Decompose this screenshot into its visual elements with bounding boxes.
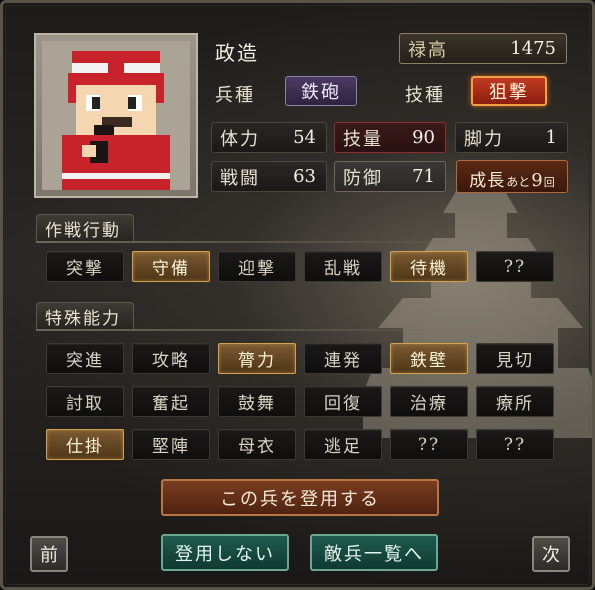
ability-button[interactable]: 討取 [46, 386, 124, 417]
tactic-button[interactable]: 乱戦 [304, 251, 382, 282]
stat-label: 防御 [343, 167, 383, 189]
enemy-list-button[interactable]: 敵兵一覧へ [310, 534, 438, 571]
officer-name: 政造 [215, 41, 259, 65]
stat-value: 1 [545, 127, 557, 148]
recruit-button[interactable]: この兵を登用する [161, 479, 439, 516]
ability-button[interactable]: 鼓舞 [218, 386, 296, 417]
stat-value: 90 [412, 127, 435, 148]
growth-remaining-badge: 成長 あと 9 回 [456, 160, 568, 193]
stat-label: 技量 [343, 128, 383, 150]
abilities-section-title: 特殊能力 [36, 302, 134, 330]
skill-type-label: 技種 [405, 85, 445, 106]
stat-speed: 脚力 1 [455, 122, 568, 153]
avatar [42, 41, 190, 190]
tactic-button[interactable]: 迎撃 [218, 251, 296, 282]
ability-button[interactable]: 治療 [390, 386, 468, 417]
stat-defense: 防御 71 [334, 161, 446, 192]
unit-type-label: 兵種 [215, 85, 255, 106]
ability-button[interactable]: 鉄壁 [390, 343, 468, 374]
officer-portrait [34, 33, 198, 198]
ability-button[interactable]: 見切 [476, 343, 554, 374]
ability-button[interactable]: 仕掛 [46, 429, 124, 460]
ability-button[interactable]: 逃足 [304, 429, 382, 460]
stat-label: 脚力 [464, 128, 504, 150]
salary-value: 1475 [510, 38, 556, 59]
next-button[interactable]: 次 [532, 536, 570, 572]
stat-skill: 技量 90 [334, 122, 446, 153]
growth-suffix: 回 [543, 176, 555, 189]
tactic-button[interactable]: 突撃 [46, 251, 124, 282]
no-recruit-button[interactable]: 登用しない [161, 534, 289, 571]
growth-mid: あと [506, 175, 531, 189]
tactic-button[interactable]: 守備 [132, 251, 210, 282]
ability-button[interactable]: 膂力 [218, 343, 296, 374]
tactic-button[interactable]: 待機 [390, 251, 468, 282]
ability-button[interactable]: 奮起 [132, 386, 210, 417]
stat-value: 71 [412, 166, 435, 187]
ability-button[interactable]: 療所 [476, 386, 554, 417]
prev-button[interactable]: 前 [30, 536, 68, 572]
stat-label: 戦闘 [220, 167, 260, 189]
section-divider [36, 241, 556, 243]
growth-prefix: 成長 [469, 171, 506, 191]
stat-stamina: 体力 54 [211, 122, 327, 153]
tactics-section-title: 作戦行動 [36, 214, 134, 242]
ability-button[interactable]: 母衣 [218, 429, 296, 460]
salary-label: 禄高 [408, 39, 448, 61]
pixel-soldier-icon [42, 41, 190, 190]
skill-type-badge: 狙撃 [471, 76, 547, 106]
officer-detail-window: 政造 禄高 1475 兵種 鉄砲 技種 狙撃 体力 54 技量 90 脚力 1 … [0, 0, 595, 590]
unit-type-badge: 鉄砲 [285, 76, 357, 106]
section-divider [36, 329, 556, 331]
ability-button[interactable]: ?? [476, 429, 554, 460]
tactic-button[interactable]: ?? [476, 251, 554, 282]
ability-button[interactable]: 突進 [46, 343, 124, 374]
stat-value: 54 [293, 127, 316, 148]
ability-button[interactable]: ?? [390, 429, 468, 460]
ability-button[interactable]: 回復 [304, 386, 382, 417]
stat-combat: 戦闘 63 [211, 161, 327, 192]
stat-label: 体力 [220, 128, 260, 150]
stat-value: 63 [293, 166, 316, 187]
salary-plate: 禄高 1475 [399, 33, 567, 64]
ability-button[interactable]: 連発 [304, 343, 382, 374]
ability-button[interactable]: 攻略 [132, 343, 210, 374]
growth-count: 9 [531, 170, 543, 191]
ability-button[interactable]: 堅陣 [132, 429, 210, 460]
